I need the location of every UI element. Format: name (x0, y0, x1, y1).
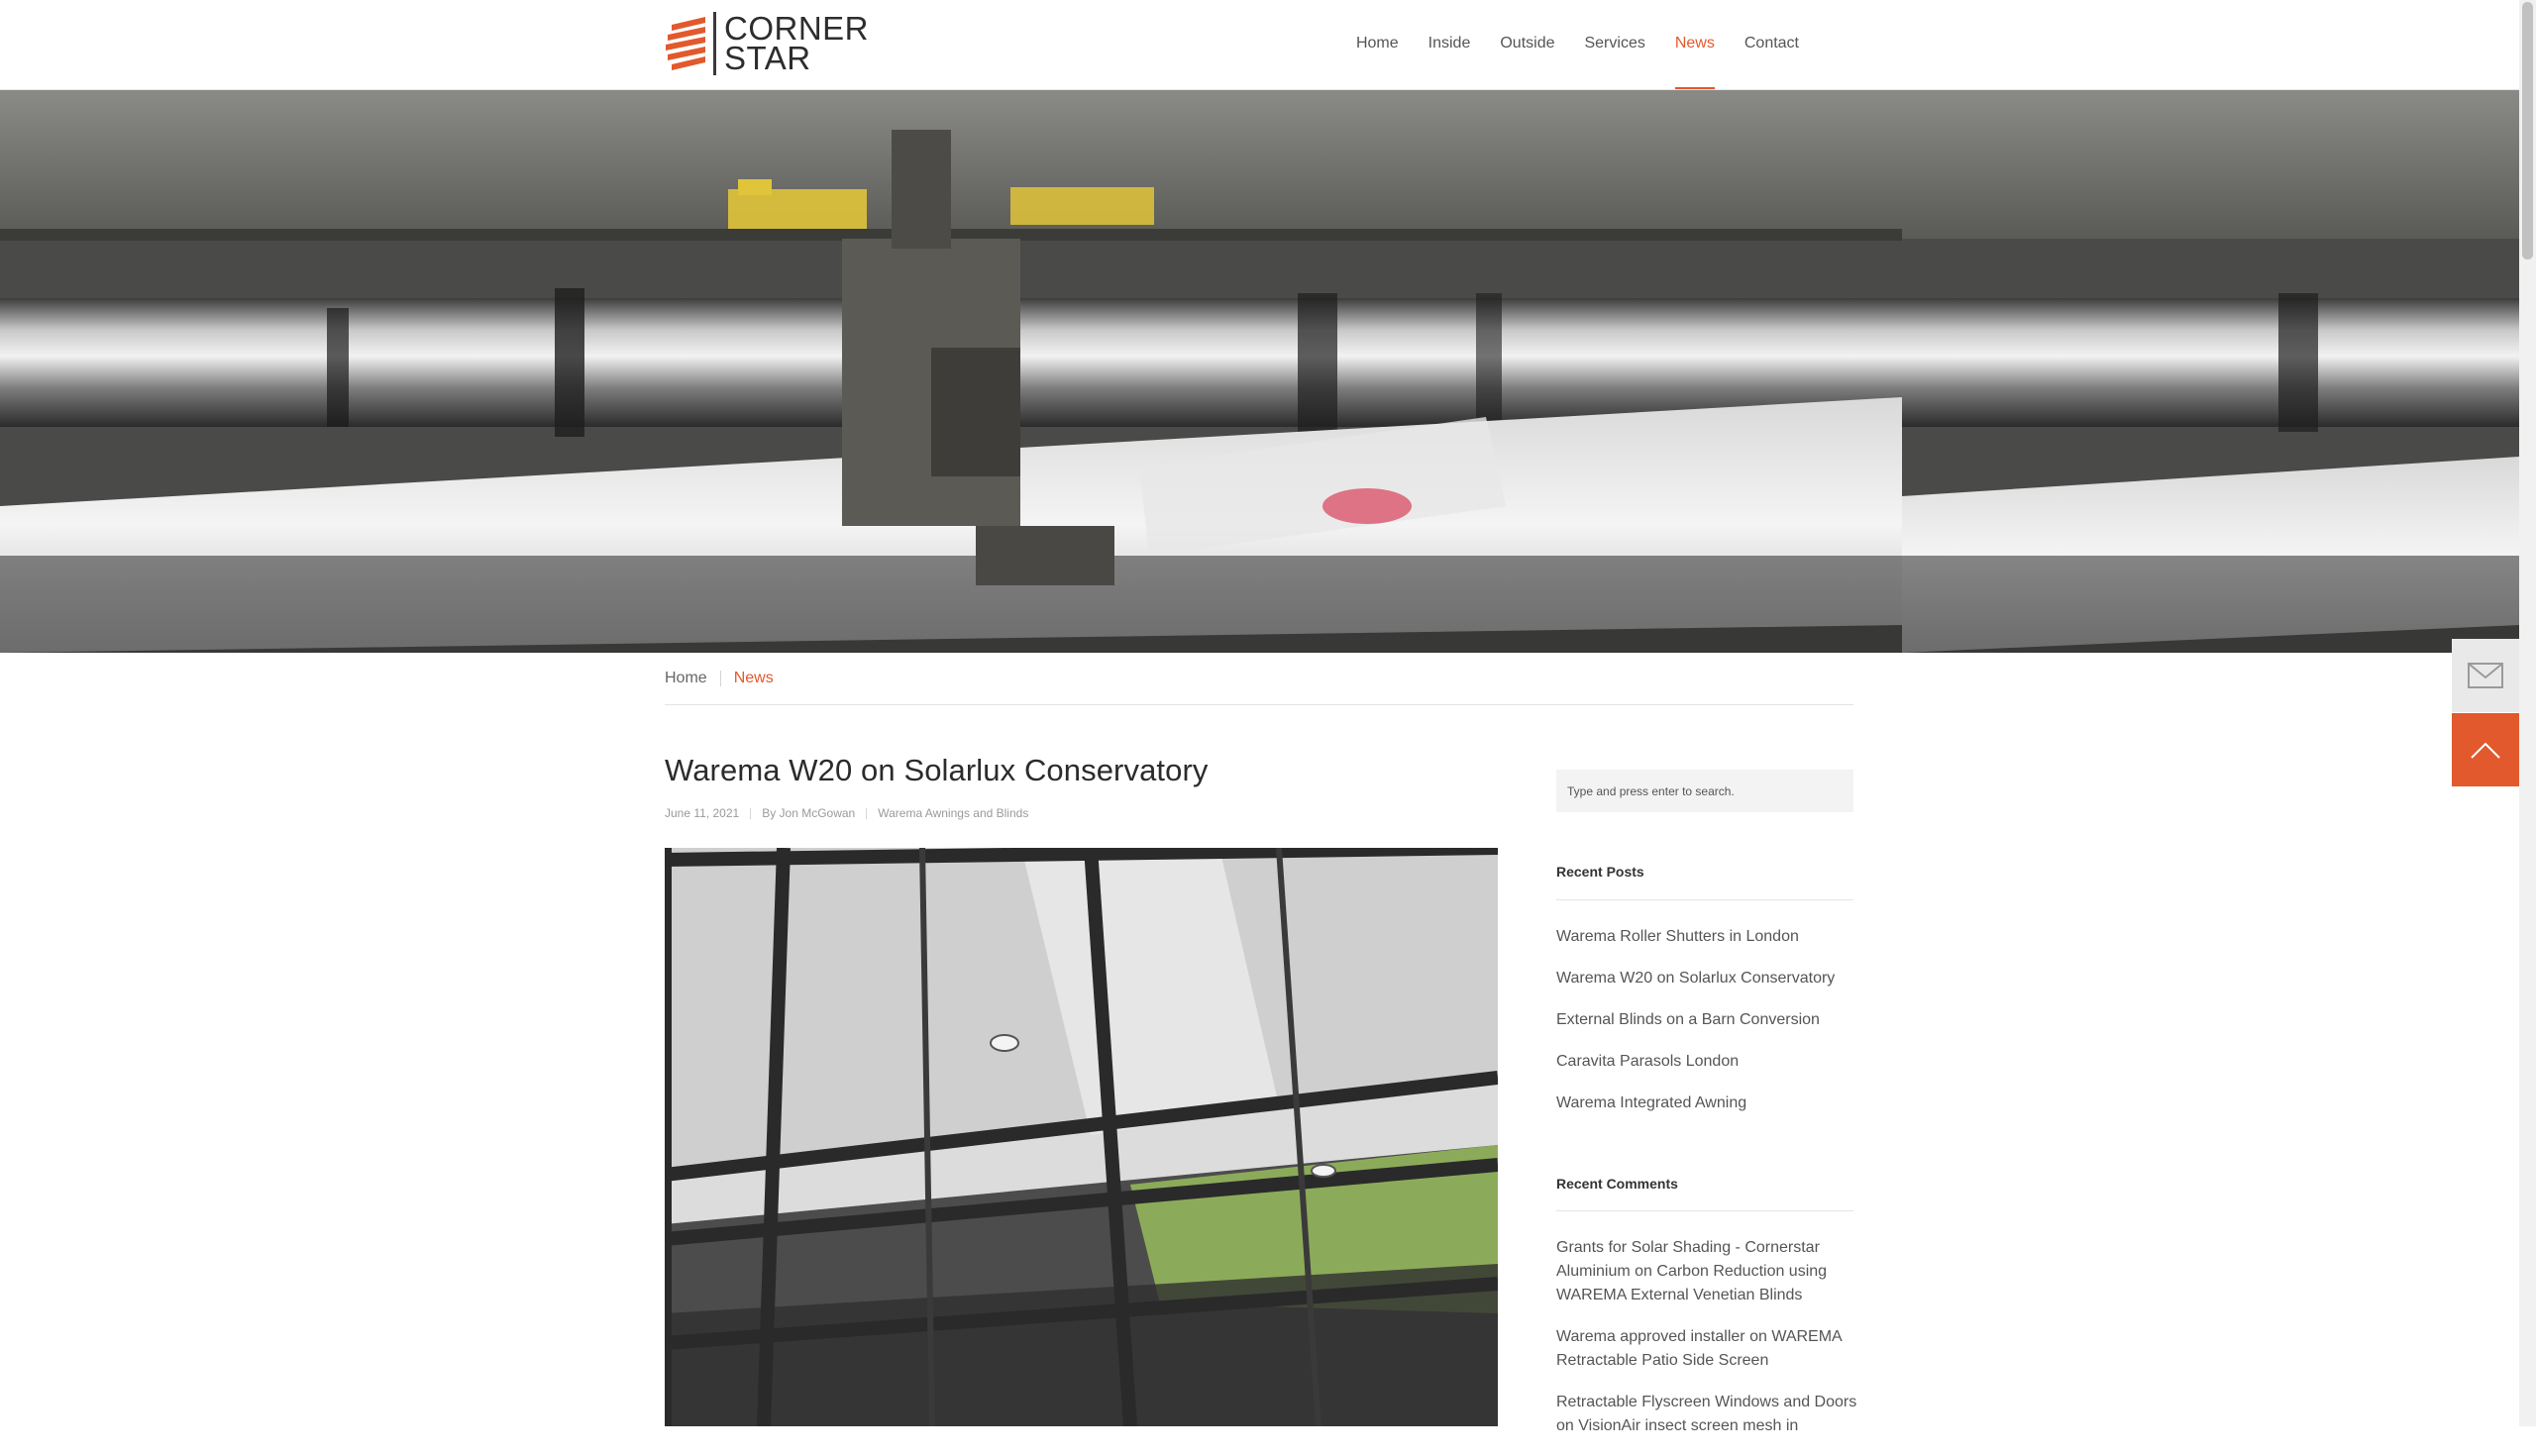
recent-comment: Retractable Flyscreen Windows and Doors … (1556, 1391, 1858, 1438)
nav-item-contact[interactable]: Contact (1730, 0, 1814, 89)
post-date[interactable]: June 11, 2021 (665, 806, 739, 820)
logo-divider (713, 12, 716, 75)
printing-press-photo-repeat (1902, 90, 2519, 653)
post-title[interactable]: Warema W20 on Solarlux Conservatory (665, 753, 1209, 788)
printing-press-photo (0, 90, 1902, 653)
nav-item-services[interactable]: Services (1569, 0, 1659, 89)
site-header: CORNER STAR Home Inside Outside Services… (0, 0, 2519, 90)
site-logo[interactable]: CORNER STAR (666, 10, 869, 77)
breadcrumb: Home News (665, 653, 1853, 705)
scrollbar-thumb[interactable] (2522, 2, 2533, 260)
nav-item-outside[interactable]: Outside (1485, 0, 1569, 89)
post-author[interactable]: By Jon McGowan (762, 806, 855, 820)
recent-comment: Warema approved installer on WAREMA Retr… (1556, 1325, 1858, 1373)
conservatory-photo (665, 848, 1498, 1426)
breadcrumb-home[interactable]: Home (665, 670, 707, 687)
recent-post-link[interactable]: Warema Roller Shutters in London (1556, 925, 1858, 967)
recent-posts-list: Warema Roller Shutters in London Warema … (1556, 925, 1858, 1133)
main-nav: Home Inside Outside Services News Contac… (1341, 0, 1814, 89)
back-to-top-button[interactable] (2452, 713, 2519, 786)
chevron-up-icon (2471, 742, 2500, 759)
logo-line-2: STAR (724, 40, 811, 76)
breadcrumb-current[interactable]: News (734, 670, 774, 687)
post-category[interactable]: Warema Awnings and Blinds (878, 806, 1028, 820)
breadcrumb-separator (719, 671, 721, 686)
nav-item-home[interactable]: Home (1341, 0, 1414, 89)
comment-on-text: on (1749, 1328, 1767, 1345)
recent-comments-list: Grants for Solar Shading - Cornerstar Al… (1556, 1236, 1858, 1456)
recent-posts-heading: Recent Posts (1556, 864, 1644, 880)
post-meta: June 11, 2021 By Jon McGowan Warema Awni… (665, 806, 1028, 820)
hero-banner-image (0, 90, 2519, 653)
widget-divider (1556, 1210, 1853, 1211)
meta-separator (750, 807, 752, 819)
post-featured-image[interactable] (665, 848, 1498, 1426)
page-scrollbar[interactable] (2519, 0, 2536, 1426)
envelope-icon (2468, 663, 2503, 688)
recent-post-link[interactable]: External Blinds on a Barn Conversion (1556, 1008, 1858, 1050)
recent-post-link[interactable]: Caravita Parasols London (1556, 1050, 1858, 1092)
nav-item-news[interactable]: News (1660, 0, 1730, 89)
nav-item-inside[interactable]: Inside (1414, 0, 1486, 89)
search-input[interactable] (1556, 770, 1853, 812)
recent-post-link[interactable]: Warema W20 on Solarlux Conservatory (1556, 967, 1858, 1008)
widget-divider (1556, 899, 1853, 900)
comment-author-link[interactable]: Warema approved installer (1556, 1328, 1745, 1345)
meta-separator (866, 807, 868, 819)
email-button[interactable] (2452, 639, 2519, 712)
recent-comment: Grants for Solar Shading - Cornerstar Al… (1556, 1236, 1858, 1307)
comment-author-link[interactable]: Retractable Flyscreen Windows and Doors (1556, 1394, 1856, 1410)
logo-stripes-icon (666, 17, 705, 70)
recent-comments-heading: Recent Comments (1556, 1176, 1678, 1192)
recent-post-link[interactable]: Warema Integrated Awning (1556, 1092, 1858, 1133)
comment-on-text: on (1635, 1263, 1652, 1280)
logo-wordmark: CORNER STAR (724, 12, 869, 76)
